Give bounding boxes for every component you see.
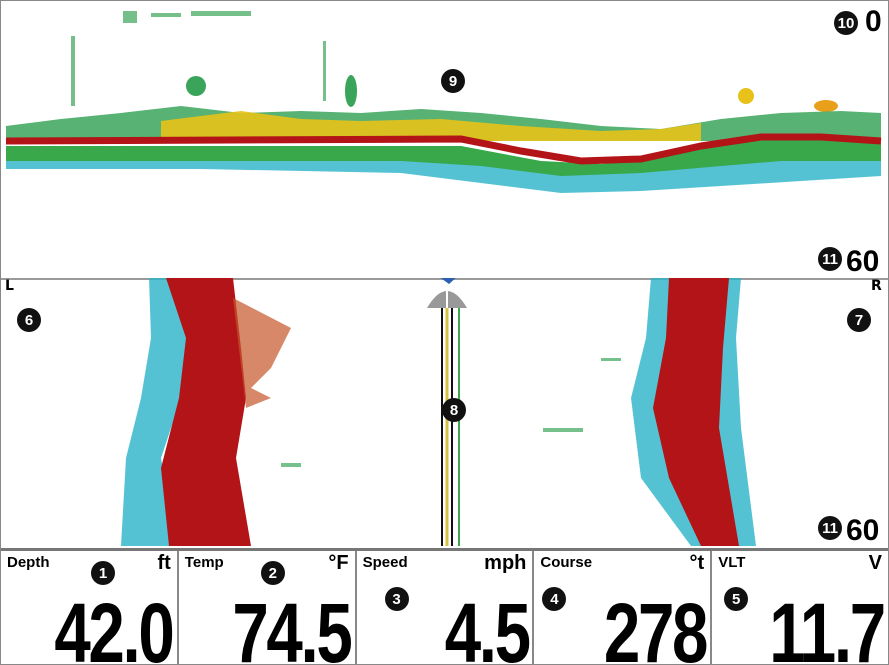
callout-9-badge: 9	[441, 69, 465, 93]
voltage-readout-box: VLT V 5 11.7	[712, 551, 888, 665]
fish-arches	[186, 75, 838, 112]
callout-8-badge: 8	[442, 398, 466, 422]
left-side-letter: L	[5, 278, 14, 294]
course-unit: °t	[689, 552, 705, 574]
callout-6-badge: 6	[17, 308, 41, 332]
callout-11-badge-down: 11	[818, 247, 842, 271]
sonar-screen: 9 10 0 11 60 L R 6 7 8 11 60 Depth ft 1 …	[0, 0, 889, 665]
course-label: Course	[540, 554, 593, 571]
callout-5-badge: 5	[724, 587, 749, 611]
callout-11-badge-side: 11	[818, 516, 842, 540]
temp-readout-box: Temp °F 2 74.5	[179, 551, 357, 665]
callout-7-badge: 7	[847, 308, 871, 332]
callout-3-badge: 3	[384, 587, 409, 611]
side-imaging-view: L R 6 7 8 11 60	[1, 278, 888, 546]
depth-scale-bottom-side: 60	[846, 514, 880, 547]
voltage-unit: V	[868, 552, 882, 574]
depth-scale-top: 0	[865, 5, 882, 38]
boat-icon	[427, 278, 467, 308]
speed-readout-box: Speed mph 3 4.5	[357, 551, 535, 665]
depth-unit: ft	[157, 552, 171, 574]
voltage-label: VLT	[718, 554, 746, 571]
temp-value: 74.5	[232, 586, 353, 665]
depth-readout-box: Depth ft 1 42.0	[1, 551, 179, 665]
callout-1-badge: 1	[91, 561, 115, 585]
callout-2-badge: 2	[260, 561, 285, 585]
right-side-letter: R	[871, 278, 882, 294]
speed-unit: mph	[484, 552, 527, 574]
depth-label: Depth	[7, 554, 50, 571]
course-readout-box: Course °t 4 278	[534, 551, 713, 665]
course-value: 278	[603, 586, 709, 665]
temp-label: Temp	[184, 554, 224, 571]
down-imaging-sonar-returns	[5, 11, 882, 193]
digital-readout-bar: Depth ft 1 42.0 Temp °F 2 74.5 Speed mph…	[1, 548, 888, 665]
voltage-value: 11.7	[769, 586, 886, 665]
temp-unit: °F	[328, 552, 349, 574]
callout-10-badge: 10	[834, 11, 858, 35]
depth-scale-bottom-down: 60	[846, 245, 880, 278]
callout-4-badge: 4	[542, 587, 567, 611]
down-imaging-view: 9 10 0 11 60	[1, 1, 888, 278]
speed-value: 4.5	[444, 586, 530, 665]
speed-label: Speed	[362, 554, 408, 571]
depth-value: 42.0	[54, 586, 176, 665]
